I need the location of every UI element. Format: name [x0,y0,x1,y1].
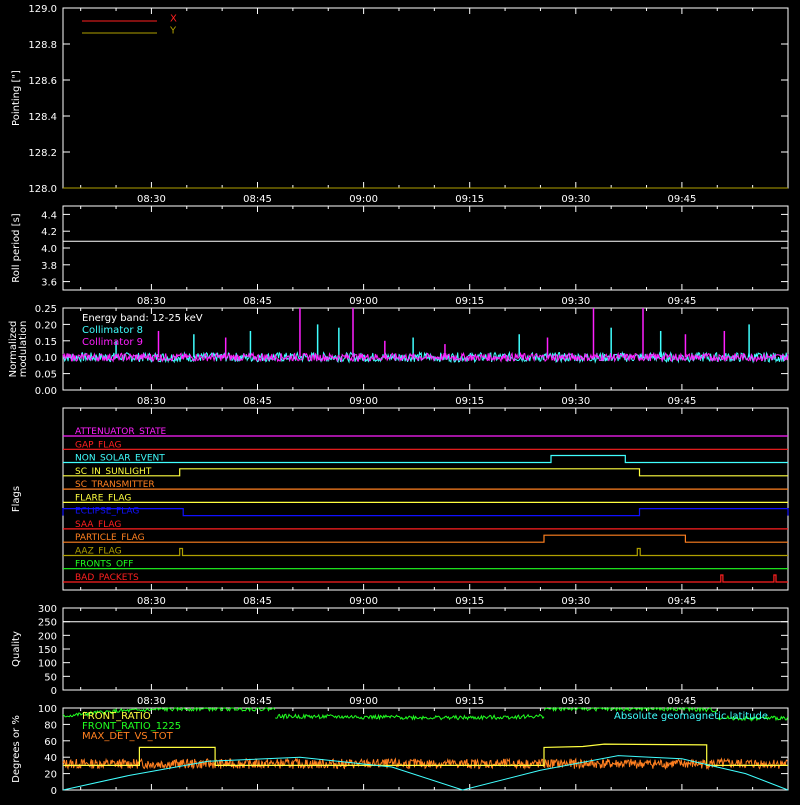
flag-label: SC_TRANSMITTER [75,480,155,490]
y-tick-label: 0.15 [35,337,57,348]
y-axis-label: modulation [18,321,29,378]
x-tick-label: 09:45 [667,296,696,307]
y-tick-label: 100 [38,659,57,670]
x-tick-label: 09:45 [667,396,696,407]
y-tick-label: 0.05 [35,370,57,381]
x-tick-label: 08:30 [137,596,166,607]
flag-label: AAZ_FLAG [75,546,122,556]
x-tick-label: 08:45 [243,696,272,707]
y-axis-label: Pointing ["] [11,70,22,126]
y-tick-label: 40 [44,753,57,764]
y-tick-label: 50 [44,672,57,683]
y-tick-label: 3.6 [41,278,57,289]
x-tick-label: 08:30 [137,296,166,307]
x-tick-label: 09:15 [455,596,484,607]
x-tick-label: 08:45 [243,396,272,407]
x-tick-label: 09:00 [349,696,378,707]
y-tick-label: 20 [44,770,57,781]
y-tick-label: 4.4 [41,210,57,221]
x-tick-label: 08:45 [243,296,272,307]
y-axis-label: Roll period [s] [11,213,22,282]
x-tick-label: 09:15 [455,296,484,307]
x-tick-label: 09:00 [349,396,378,407]
legend-label: MAX_DET_VS_TOT [82,731,174,742]
plot-canvas: 08:30 08:45 09:00 09:15 09:30 09:45 129.0 128.8… [0,0,800,800]
flag-label: ATTENUATOR_STATE [75,427,167,437]
flag-label: SC_IN_SUNLIGHT [75,467,152,477]
legend-label: Collimator 8 [82,325,143,336]
legend-label: Collimator 9 [82,337,143,348]
flag-label: FLARE_FLAG [75,493,131,503]
x-tick-label: 08:30 [137,696,166,707]
x-tick-label: 08:45 [243,596,272,607]
energy-band-annotation: Energy band: 12-25 keV [82,313,203,324]
y-axis-label: Flags [11,486,22,512]
y-tick-label: 128.2 [28,148,57,159]
x-tick-label: 09:15 [455,396,484,407]
y-tick-label: 4.2 [41,227,57,238]
y-tick-label: 300 [38,604,57,615]
flag-label: ECLIPSE_FLAG [75,507,139,517]
x-tick-label: 09:30 [561,596,590,607]
y-tick-label: 3.8 [41,261,57,272]
y-tick-label: 150 [38,645,57,656]
y-tick-label: 250 [38,618,57,629]
flag-label: FRONTS_OFF [75,560,133,570]
x-tick-label: 09:30 [561,696,590,707]
y-tick-label: 0 [51,686,57,697]
x-tick-label: 09:30 [561,194,590,205]
legend-label: Y [169,26,177,37]
y-tick-label: 80 [44,720,57,731]
flag-label: GAP_FLAG [75,440,121,450]
y-tick-label: 0.20 [35,320,57,331]
x-tick-label: 09:30 [561,296,590,307]
y-tick-label: 128.4 [28,112,57,123]
y-axis-label: Quality [11,631,22,667]
x-tick-label: 09:00 [349,296,378,307]
y-tick-label: 0.10 [35,353,57,364]
y-tick-label: 100 [38,704,57,715]
x-tick-label: 09:45 [667,696,696,707]
x-tick-label: 08:30 [137,396,166,407]
legend-label: Absolute geomagnetic latitude [614,711,768,722]
flag-label: SAA_FLAG [75,520,121,530]
x-tick-label: 09:45 [667,596,696,607]
flag-label: PARTICLE_FLAG [75,533,145,543]
y-tick-label: 0.25 [35,304,57,315]
flag-label: BAD_PACKETS [75,573,139,583]
x-tick-label: 09:45 [667,194,696,205]
legend-label: X [170,14,177,25]
y-tick-label: 0.00 [35,386,57,397]
x-tick-label: 09:30 [561,396,590,407]
y-tick-label: 128.8 [28,40,57,51]
y-tick-label: 200 [38,631,57,642]
y-tick-label: 128.0 [28,184,57,195]
y-tick-label: 129.0 [28,4,57,15]
x-tick-label: 09:00 [349,194,378,205]
x-tick-label: 09:15 [455,194,484,205]
flag-label: NON_SOLAR_EVENT [75,454,165,464]
y-tick-label: 4.0 [41,244,57,255]
y-tick-label: 60 [44,737,57,748]
x-tick-label: 09:15 [455,696,484,707]
y-axis-label: Degrees or % [11,715,22,783]
y-tick-label: 128.6 [28,76,57,87]
x-tick-label: 08:45 [243,194,272,205]
y-tick-label: 0 [51,786,57,797]
stacked-timeseries-chart: 08:30 08:45 09:00 09:15 09:30 09:45 129.0 128.8… [0,0,800,800]
x-tick-label: 08:30 [137,194,166,205]
x-tick-label: 09:00 [349,596,378,607]
